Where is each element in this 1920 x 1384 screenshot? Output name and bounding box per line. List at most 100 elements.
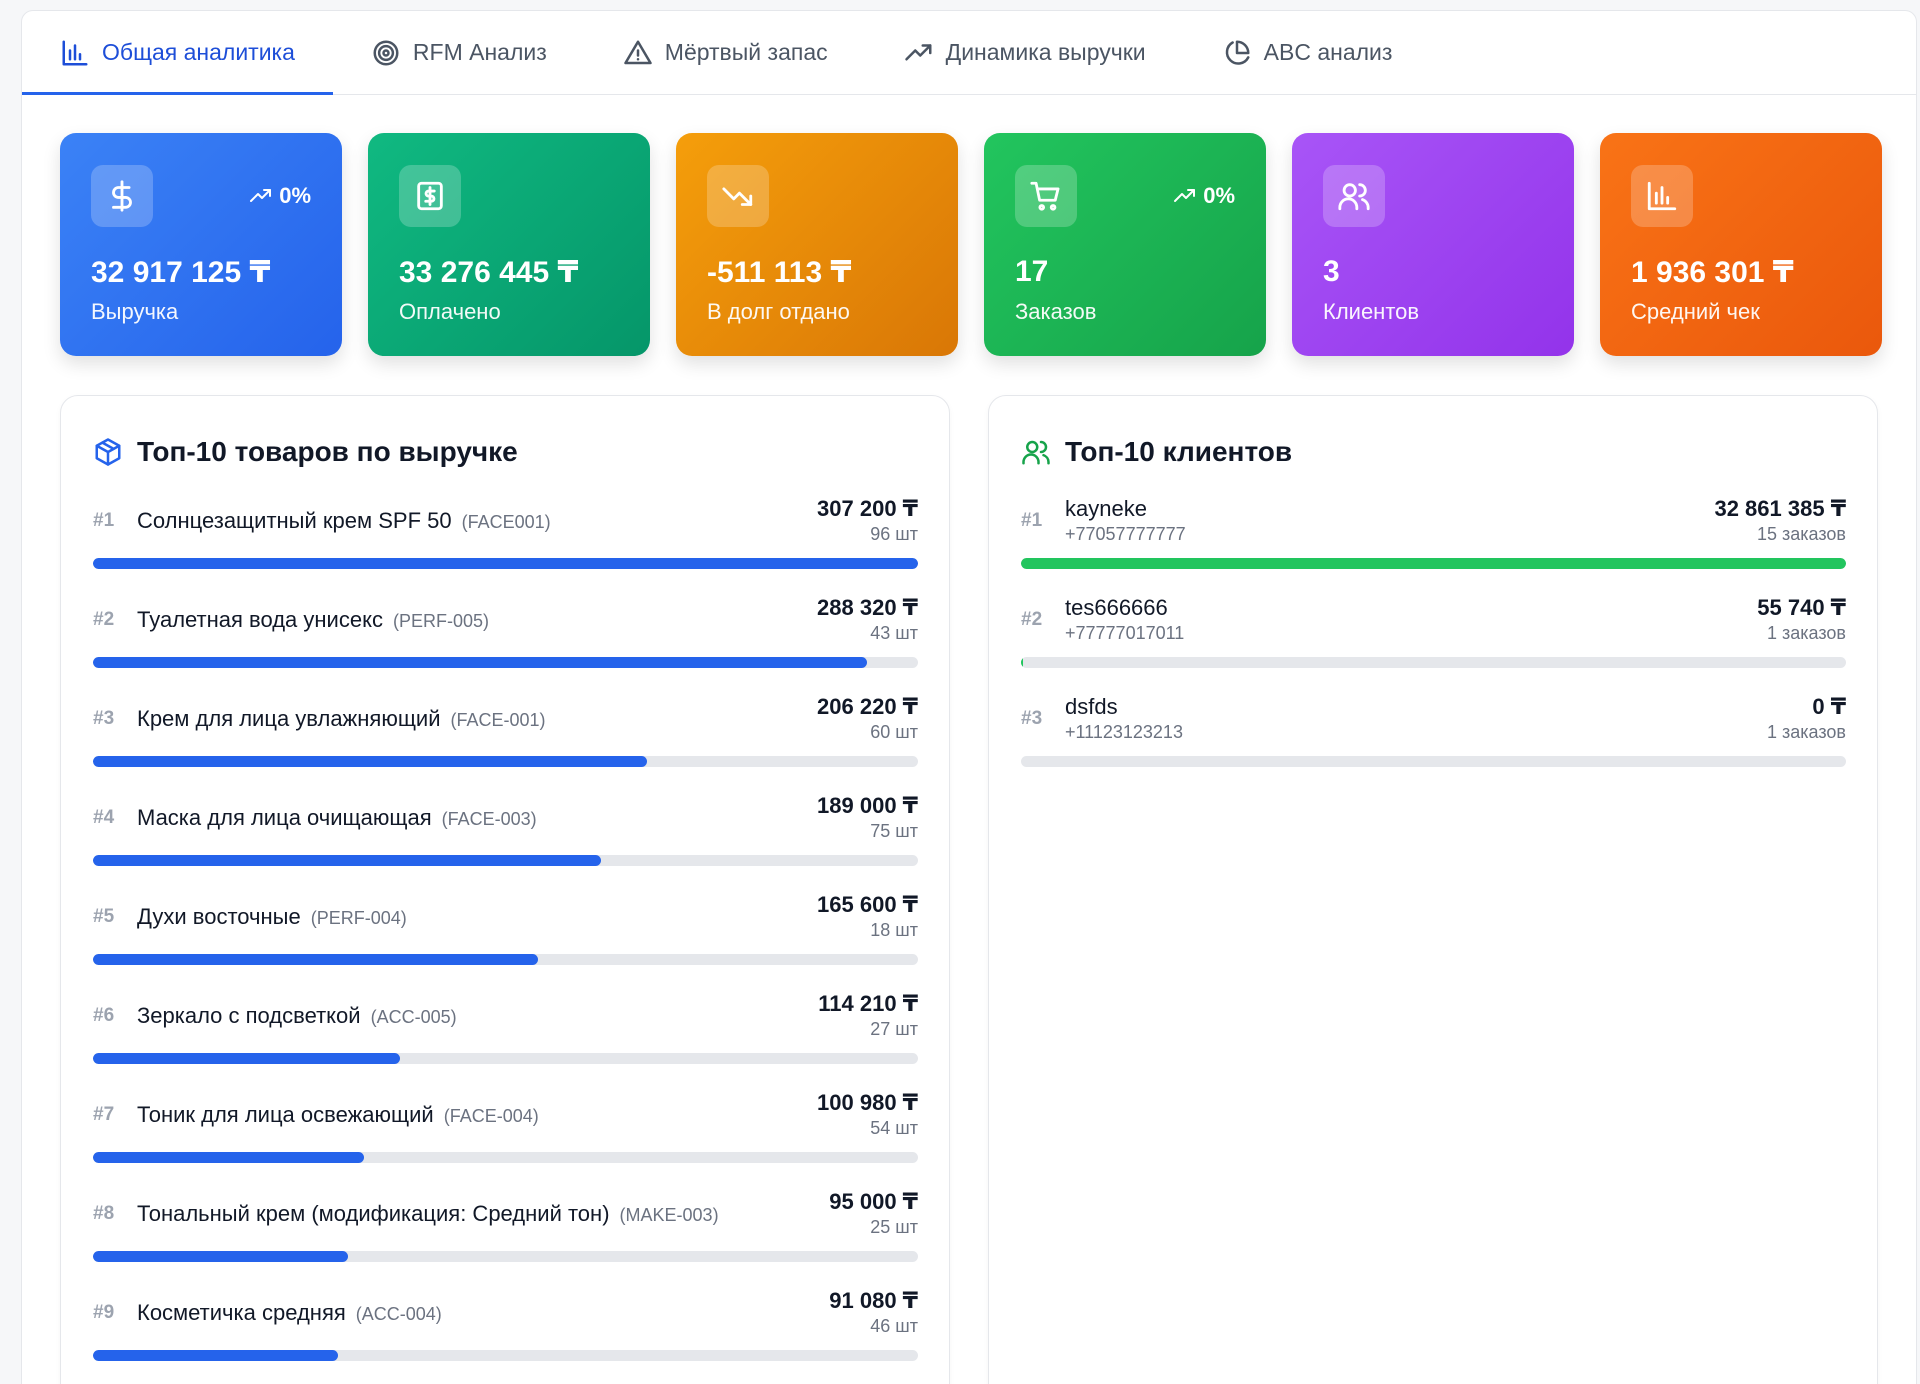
progress-fill (93, 756, 647, 767)
trending-up-icon (904, 43, 932, 60)
panel-title: Топ-10 товаров по выручке (93, 436, 518, 468)
item-amount: 0 ₸ (1812, 694, 1846, 719)
item-sku: (FACE001) (461, 512, 551, 532)
tab-revenue-dynamics[interactable]: Динамика выручки (866, 11, 1184, 94)
item-amount: 307 200 ₸ (817, 496, 918, 521)
card-label: Оплачено (399, 299, 501, 324)
item-name-text: Маска для лица очищающая (137, 805, 432, 830)
clients-card: 3 Клиентов (1292, 133, 1574, 356)
progress-fill (93, 657, 868, 668)
item-name: Маска для лица очищающая (FACE-003) (137, 805, 537, 831)
card-label: Средний чек (1631, 299, 1760, 324)
progress-track (93, 756, 918, 767)
item-amount: 288 320 ₸ (817, 595, 918, 620)
list-item[interactable]: #6 Зеркало с подсветкой (ACC-005) 114 210 ₸… (93, 991, 918, 1090)
top-products-panel: Топ-10 товаров по выручке #1 Солнцезащитн… (60, 395, 950, 1384)
item-rank: #1 (1021, 510, 1043, 531)
list-item[interactable]: #1 kayneke +77057777777 32 861 385 ₸ 15 зака… (1021, 496, 1846, 595)
cart-icon (1015, 165, 1077, 227)
item-name: Косметичка средняя (ACC-004) (137, 1300, 442, 1326)
item-amount: 95 000 ₸ (829, 1189, 918, 1214)
item-amount: 189 000 ₸ (817, 793, 918, 818)
progress-fill (1021, 657, 1024, 668)
item-rank: #2 (1021, 609, 1043, 630)
item-qty: 27 шт (870, 1019, 918, 1039)
progress-track (93, 1350, 918, 1361)
item-sku: (FACE-001) (450, 710, 546, 730)
trending-up-icon (1174, 189, 1196, 202)
stat-cards: 0% 32 917 125 ₸ Выручка 33 276 445 ₸ Опл… (60, 133, 1882, 356)
item-qty: 46 шт (870, 1316, 918, 1336)
progress-track (1021, 756, 1846, 767)
target-icon (373, 40, 399, 65)
analytics-frame: Общая аналитика RFM Анализ Мёртвый запас… (21, 10, 1917, 1384)
top-clients-panel: Топ-10 клиентов #1 kayneke +77057777777 32 … (988, 395, 1878, 1384)
item-name: Духи восточные (PERF-004) (137, 904, 407, 930)
item-orders: 1 заказов (1767, 623, 1846, 643)
box-icon (95, 438, 121, 466)
item-sku: (ACC-005) (370, 1007, 457, 1027)
item-name-text: Туалетная вода унисекс (137, 607, 383, 632)
item-qty: 54 шт (870, 1118, 918, 1138)
list-item[interactable]: #3 dsfds +11123123213 0 ₸ 1 заказов (1021, 694, 1846, 793)
pie-chart-icon (1225, 40, 1250, 65)
list-item[interactable]: #4 Маска для лица очищающая (FACE-003) 189 … (93, 793, 918, 892)
list-item[interactable]: #2 Туалетная вода унисекс (PERF-005) 288 32… (93, 595, 918, 694)
product-list: #1 Солнцезащитный крем SPF 50 (FACE001) 307… (93, 496, 918, 1384)
list-item[interactable]: #9 Косметичка средняя (ACC-004) 91 080 ₸ 46 … (93, 1288, 918, 1384)
progress-track (93, 954, 918, 965)
item-orders: 15 заказов (1757, 524, 1846, 544)
item-rank: #3 (93, 708, 115, 729)
list-item[interactable]: #2 tes666666 +77777017011 55 740 ₸ 1 заказов (1021, 595, 1846, 694)
item-sku: (FACE-004) (443, 1106, 539, 1126)
item-qty: 60 шт (870, 722, 918, 742)
item-amount: 165 600 ₸ (817, 892, 918, 917)
progress-track (93, 1251, 918, 1262)
item-rank: #4 (93, 807, 115, 828)
item-qty: 43 шт (870, 623, 918, 643)
client-phone: +77057777777 (1065, 524, 1186, 544)
client-name: tes666666 (1065, 595, 1168, 620)
client-name: kayneke (1065, 496, 1147, 521)
card-value: 33 276 445 ₸ (399, 256, 579, 289)
list-item[interactable]: #3 Крем для лица увлажняющий (FACE-001) 206… (93, 694, 918, 793)
item-name-text: Крем для лица увлажняющий (137, 706, 441, 731)
card-label: Клиентов (1323, 299, 1420, 324)
list-item[interactable]: #7 Тоник для лица освежающий (FACE-004) 100… (93, 1090, 918, 1189)
item-rank: #1 (93, 510, 115, 531)
progress-fill (93, 954, 538, 965)
warning-icon (624, 40, 652, 64)
list-item[interactable]: #8 Тональный крем (модификация: Средний т… (93, 1189, 918, 1288)
tab-general-analytics[interactable]: Общая аналитика (22, 11, 333, 95)
item-qty: 18 шт (870, 920, 918, 940)
progress-track (93, 855, 918, 866)
item-amount: 100 980 ₸ (817, 1090, 918, 1115)
item-qty: 25 шт (870, 1217, 918, 1237)
tab-abc[interactable]: ABC анализ (1184, 11, 1431, 94)
item-qty: 75 шт (870, 821, 918, 841)
panel-title: Топ-10 клиентов (1021, 436, 1292, 468)
progress-track (93, 1053, 918, 1064)
trending-down-icon (707, 165, 769, 227)
paid-card: 33 276 445 ₸ Оплачено (368, 133, 650, 356)
tab-dead-stock[interactable]: Мёртвый запас (585, 11, 866, 94)
orders-card: 0% 17 Заказов (984, 133, 1266, 356)
progress-fill (93, 1152, 365, 1163)
tab-rfm[interactable]: RFM Анализ (333, 11, 585, 94)
item-name: Туалетная вода унисекс (PERF-005) (137, 607, 489, 633)
tab-label: Динамика выручки (945, 39, 1146, 65)
banknote-icon (399, 165, 461, 227)
item-amount: 55 740 ₸ (1757, 595, 1846, 620)
item-orders: 1 заказов (1767, 722, 1846, 742)
item-sku: (FACE-003) (441, 809, 537, 829)
client-phone: +77777017011 (1065, 623, 1185, 643)
item-rank: #2 (93, 609, 115, 630)
client-phone: +11123123213 (1065, 722, 1183, 742)
list-item[interactable]: #1 Солнцезащитный крем SPF 50 (FACE001) 307… (93, 496, 918, 595)
debt-card: -511 113 ₸ В долг отдано (676, 133, 958, 356)
list-item[interactable]: #5 Духи восточные (PERF-004) 165 600 ₸ 18 шт (93, 892, 918, 991)
item-name: Тональный крем (модификация: Средний тон… (137, 1201, 719, 1227)
client-list: #1 kayneke +77057777777 32 861 385 ₸ 15 зака… (1021, 496, 1846, 793)
item-rank: #9 (93, 1302, 115, 1323)
item-sku: (PERF-005) (392, 611, 489, 631)
